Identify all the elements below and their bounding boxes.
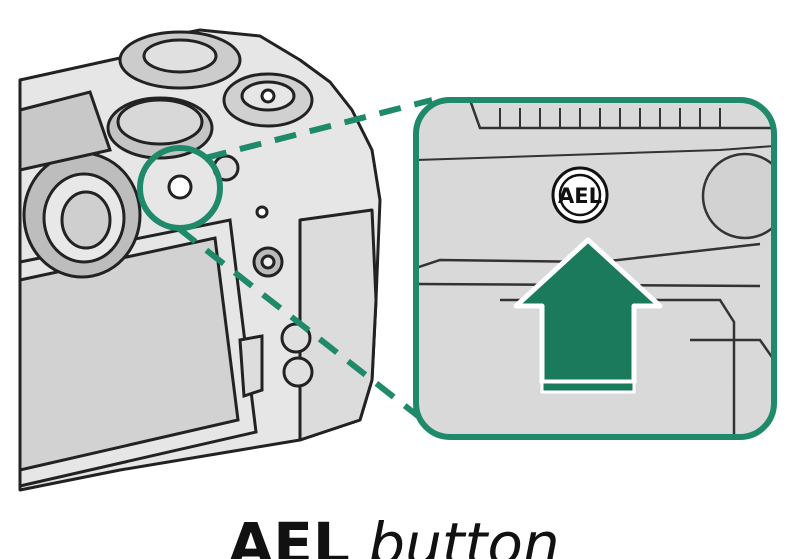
caption-button-name: AEL bbox=[228, 510, 350, 559]
illustration: AEL bbox=[18, 28, 777, 492]
viewfinder-eyecup bbox=[22, 151, 142, 279]
ael-button-label: AEL bbox=[558, 184, 602, 208]
camera-side-panel bbox=[298, 208, 378, 442]
ael-button-small bbox=[167, 174, 193, 200]
caption: AEL button bbox=[0, 494, 788, 559]
caption-suffix: button bbox=[368, 510, 560, 559]
ael-button-icon: AEL bbox=[551, 166, 609, 224]
